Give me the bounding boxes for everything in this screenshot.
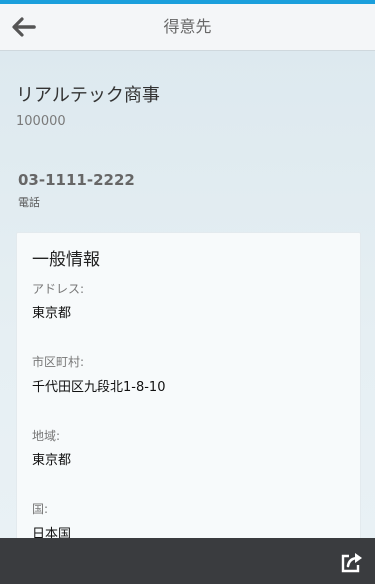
country-value: 日本国 [32, 527, 72, 538]
city-label: 市区町村: [32, 355, 85, 369]
phone-label: 電話 [18, 196, 40, 209]
share-button[interactable] [339, 550, 365, 574]
section-title: 一般情報 [32, 250, 100, 270]
detail-content[interactable]: リアルテック商事 100000 03-1111-2222 電話 一般情報 アドレ… [0, 51, 375, 538]
account-number: 100000 [16, 114, 66, 129]
footer-bar [0, 538, 375, 584]
region-value: 東京都 [32, 453, 72, 468]
address-value: 東京都 [32, 306, 72, 321]
general-info-card: 一般情報 アドレス: 東京都 市区町村: 千代田区九段北1-8-10 地域: 東… [16, 232, 361, 538]
account-name: リアルテック商事 [16, 85, 160, 106]
page-title: 得意先 [163, 17, 212, 36]
region-label: 地域: [32, 429, 61, 443]
share-icon [341, 553, 362, 573]
phone-link[interactable]: 03-1111-2222 [18, 171, 135, 189]
country-label: 国: [32, 502, 49, 516]
address-label: アドレス: [32, 282, 85, 296]
city-value: 千代田区九段北1-8-10 [32, 380, 166, 395]
header-bar: 得意先 [0, 4, 375, 51]
